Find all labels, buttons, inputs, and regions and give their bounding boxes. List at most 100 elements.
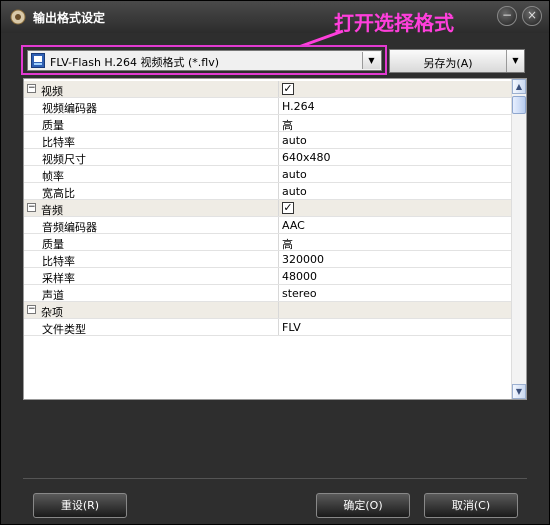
property-value-cell[interactable]: FLV xyxy=(280,319,512,335)
property-name-cell: − 视频 xyxy=(24,81,279,98)
property-value: auto xyxy=(282,134,307,147)
property-value-cell[interactable]: auto xyxy=(280,132,512,148)
format-highlight-box: FLV-Flash H.264 视频格式 (*.flv) ▼ xyxy=(21,45,387,75)
property-row[interactable]: 视频尺寸 640x480 xyxy=(24,149,512,166)
category-row[interactable]: − 音频 ✓ xyxy=(24,200,512,217)
close-icon: × xyxy=(526,8,538,22)
property-name-cell: 比特率 xyxy=(24,251,279,268)
scroll-up-icon[interactable]: ▲ xyxy=(512,79,526,94)
property-label: 视频尺寸 xyxy=(42,153,86,166)
property-row[interactable]: 音频编码器 AAC xyxy=(24,217,512,234)
property-name-cell: 质量 xyxy=(24,234,279,251)
category-label: 音频 xyxy=(41,204,63,217)
property-row[interactable]: 比特率 320000 xyxy=(24,251,512,268)
property-value: 高 xyxy=(282,238,293,251)
enable-checkbox[interactable]: ✓ xyxy=(282,83,294,95)
property-value: stereo xyxy=(282,287,317,300)
category-label: 视频 xyxy=(41,85,63,98)
category-row[interactable]: − 杂项 xyxy=(24,302,512,319)
enable-checkbox[interactable]: ✓ xyxy=(282,202,294,214)
property-value-cell[interactable]: 48000 xyxy=(280,268,512,284)
ok-button[interactable]: 确定(O) xyxy=(316,493,410,518)
flv-file-icon xyxy=(31,53,45,68)
property-value-cell[interactable]: auto xyxy=(280,183,512,199)
save-as-dropdown-icon[interactable]: ▼ xyxy=(506,50,524,72)
property-grid: − 视频 ✓ 视频编码器 H.264 质量高比特率 auto 视频尺寸 640x480 帧率 aut… xyxy=(23,78,527,400)
title-bar: 输出格式设定 − × xyxy=(1,1,549,33)
property-value-cell[interactable]: 高 xyxy=(280,234,512,251)
property-row[interactable]: 采样率 48000 xyxy=(24,268,512,285)
property-value: 高 xyxy=(282,119,293,132)
property-row[interactable]: 宽高比 auto xyxy=(24,183,512,200)
annotation-text: 打开选择格式 xyxy=(334,11,454,35)
property-label: 比特率 xyxy=(42,136,75,149)
collapse-icon[interactable]: − xyxy=(27,203,36,212)
property-row[interactable]: 视频编码器 H.264 xyxy=(24,98,512,115)
property-value: H.264 xyxy=(282,100,315,113)
scrollbar-thumb[interactable] xyxy=(512,96,526,114)
save-as-label: 另存为(A) xyxy=(423,57,473,70)
property-label: 比特率 xyxy=(42,255,75,268)
property-name-cell: 音频编码器 xyxy=(24,217,279,234)
property-label: 视频编码器 xyxy=(42,102,97,115)
chevron-down-icon[interactable]: ▼ xyxy=(362,52,380,69)
property-value: FLV xyxy=(282,321,301,334)
save-as-button[interactable]: 另存为(A) ▼ xyxy=(389,49,525,73)
property-value: auto xyxy=(282,168,307,181)
property-value-cell[interactable]: auto xyxy=(280,166,512,182)
property-value: 48000 xyxy=(282,270,317,283)
scroll-down-icon[interactable]: ▼ xyxy=(512,384,526,399)
property-row[interactable]: 帧率 auto xyxy=(24,166,512,183)
property-rows: − 视频 ✓ 视频编码器 H.264 质量高比特率 auto 视频尺寸 640x480 帧率 aut… xyxy=(24,81,512,336)
property-row[interactable]: 声道 stereo xyxy=(24,285,512,302)
property-value: 320000 xyxy=(282,253,324,266)
property-name-cell: 文件类型 xyxy=(24,319,279,336)
property-name-cell: 质量 xyxy=(24,115,279,132)
property-value: 640x480 xyxy=(282,151,331,164)
property-value-cell: ✓ xyxy=(280,200,512,216)
close-button[interactable]: × xyxy=(522,6,542,26)
collapse-icon[interactable]: − xyxy=(27,84,36,93)
property-name-cell: 视频尺寸 xyxy=(24,149,279,166)
reset-button[interactable]: 重设(R) xyxy=(33,493,127,518)
property-row[interactable]: 质量 高 xyxy=(24,115,512,132)
cancel-button[interactable]: 取消(C) xyxy=(424,493,518,518)
property-row[interactable]: 比特率 auto xyxy=(24,132,512,149)
property-name-cell: − 杂项 xyxy=(24,302,279,319)
property-row[interactable]: 文件类型 FLV xyxy=(24,319,512,336)
property-value-cell[interactable]: 高 xyxy=(280,115,512,132)
property-label: 帧率 xyxy=(42,170,64,183)
property-label: 宽高比 xyxy=(42,187,75,200)
collapse-icon[interactable]: − xyxy=(27,305,36,314)
app-icon xyxy=(10,9,26,25)
property-label: 文件类型 xyxy=(42,323,86,336)
minimize-icon: − xyxy=(501,8,513,22)
property-value-cell: ✓ xyxy=(280,81,512,97)
minimize-button[interactable]: − xyxy=(497,6,517,26)
category-label: 杂项 xyxy=(41,306,63,319)
property-label: 质量 xyxy=(42,238,64,251)
property-row[interactable]: 质量 高 xyxy=(24,234,512,251)
property-label: 音频编码器 xyxy=(42,221,97,234)
property-value-cell[interactable]: 320000 xyxy=(280,251,512,267)
property-value-cell[interactable]: H.264 xyxy=(280,98,512,114)
property-value-cell xyxy=(280,302,512,318)
property-name-cell: 比特率 xyxy=(24,132,279,149)
output-format-dialog: 输出格式设定 − × 打开选择格式 FLV-Flash H.264 视频格式 (… xyxy=(0,0,550,525)
property-value-cell[interactable]: AAC xyxy=(280,217,512,233)
property-value-cell[interactable]: stereo xyxy=(280,285,512,301)
property-label: 声道 xyxy=(42,289,64,302)
window-title: 输出格式设定 xyxy=(33,11,106,25)
property-label: 质量 xyxy=(42,119,64,132)
format-selected-text: FLV-Flash H.264 视频格式 (*.flv) xyxy=(50,56,220,69)
property-value-cell[interactable]: 640x480 xyxy=(280,149,512,165)
property-name-cell: 声道 xyxy=(24,285,279,302)
vertical-scrollbar[interactable]: ▲ ▼ xyxy=(511,79,526,399)
footer-divider xyxy=(23,478,527,479)
category-row[interactable]: − 视频 ✓ xyxy=(24,81,512,98)
property-value: AAC xyxy=(282,219,305,232)
format-select[interactable]: FLV-Flash H.264 视频格式 (*.flv) ▼ xyxy=(27,50,382,71)
property-name-cell: 帧率 xyxy=(24,166,279,183)
property-name-cell: 视频编码器 xyxy=(24,98,279,115)
property-value: auto xyxy=(282,185,307,198)
